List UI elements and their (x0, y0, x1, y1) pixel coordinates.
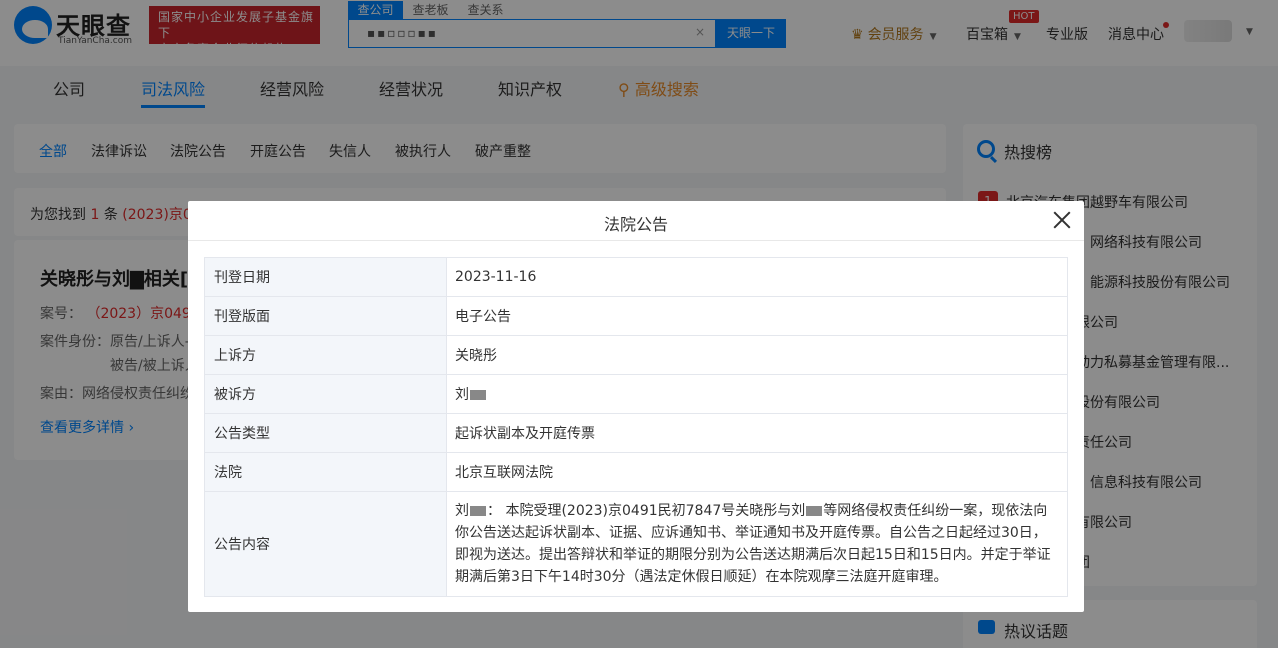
field-label-notice-type: 公告类型 (204, 413, 447, 453)
field-value-content: 刘： 本院受理(2023)京0491民初7847号关晓彤与刘 等网络侵权责任纠纷一… (446, 491, 1068, 597)
table-row: 刊登版面 电子公告 (204, 296, 1068, 336)
field-label-content: 公告内容 (204, 491, 447, 597)
field-label-appellee: 被诉方 (204, 374, 447, 414)
field-value-publish-section: 电子公告 (446, 296, 1068, 336)
court-notice-modal: 法院公告 刊登日期 2023-11-16 刊登版面 电子公告 上诉方 关晓彤 被… (188, 201, 1084, 612)
field-value-appellant[interactable]: 关晓彤 (446, 335, 1068, 375)
field-value-notice-type: 起诉状副本及开庭传票 (446, 413, 1068, 453)
redaction-mask (470, 506, 486, 516)
table-row: 公告内容 刘： 本院受理(2023)京0491民初7847号关晓彤与刘 等网络侵权… (204, 491, 1068, 597)
table-row: 上诉方 关晓彤 (204, 335, 1068, 375)
field-label-court: 法院 (204, 452, 447, 492)
field-value-appellee[interactable]: 刘 (455, 387, 469, 403)
table-row: 公告类型 起诉状副本及开庭传票 (204, 413, 1068, 453)
field-label-publish-section: 刊登版面 (204, 296, 447, 336)
table-row: 法院 北京互联网法院 (204, 452, 1068, 492)
table-row: 刊登日期 2023-11-16 (204, 257, 1068, 297)
content-part-1: 刘 (455, 503, 469, 519)
field-value-court: 北京互联网法院 (446, 452, 1068, 492)
close-icon[interactable] (1052, 210, 1072, 230)
field-value-appellee-cell: 刘 (446, 374, 1068, 414)
notice-detail-table: 刊登日期 2023-11-16 刊登版面 电子公告 上诉方 关晓彤 被诉方 刘 … (204, 257, 1068, 597)
table-row: 被诉方 刘 (204, 374, 1068, 414)
redaction-mask (470, 390, 486, 400)
content-part-2: ： 本院受理(2023)京0491民初7847号关晓彤与刘 (487, 503, 806, 519)
redaction-mask (806, 506, 823, 516)
field-label-publish-date: 刊登日期 (204, 257, 447, 297)
field-value-publish-date: 2023-11-16 (446, 257, 1068, 297)
field-label-appellant: 上诉方 (204, 335, 447, 375)
modal-title: 法院公告 (603, 215, 668, 234)
modal-header: 法院公告 (188, 201, 1084, 241)
